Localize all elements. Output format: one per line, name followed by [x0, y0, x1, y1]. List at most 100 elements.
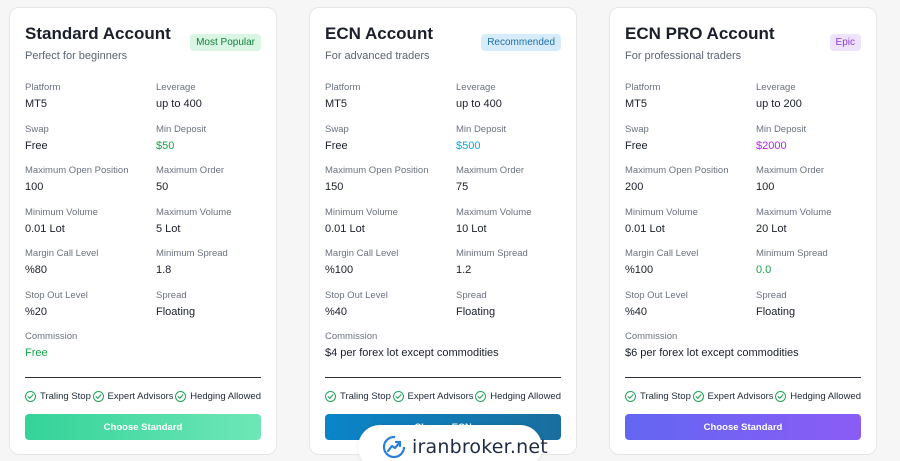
spec-value: 20 Lot — [756, 222, 787, 235]
choose-account-button[interactable]: Choose Standard — [625, 414, 861, 440]
spec-minimum-spread: Minimum Spread 0.0 — [756, 248, 861, 290]
spec-value: 0.01 Lot — [325, 222, 365, 235]
feature-label: Hedging Allowed — [190, 391, 261, 402]
spec-label: Stop Out Level — [625, 289, 688, 301]
feature-label: Traling Stop — [40, 391, 91, 402]
spec-value: 150 — [325, 181, 344, 193]
spec-value: %40 — [625, 305, 648, 318]
card-heading: ECN PRO Account For professional traders — [625, 24, 775, 62]
feature-traling-stop: Traling Stop — [25, 391, 91, 402]
spec-margin-call-level: Margin Call Level %80 — [25, 248, 156, 290]
spec-value: $6 per forex lot except commodities — [625, 347, 799, 359]
spec-maximum-open-position: Maximum Open Position 100 — [25, 165, 156, 207]
card-header: ECN Account For advanced traders Recommend… — [325, 24, 561, 62]
feature-label: Hedging Allowed — [790, 391, 861, 402]
spec-value: $50 — [156, 139, 175, 152]
spec-grid: Platform MT5 Leverage up to 400 Swap Free Min … — [25, 82, 261, 373]
spec-grid: Platform MT5 Leverage up to 200 Swap Free Min … — [625, 82, 861, 373]
spec-label: Minimum Spread — [156, 248, 228, 259]
feature-expert-advisors: Expert Advisors — [692, 391, 774, 402]
spec-label: Spread — [456, 289, 487, 301]
spec-value: 100 — [25, 181, 44, 193]
spec-value: $2000 — [756, 139, 787, 152]
check-circle-icon — [325, 391, 336, 402]
spec-label: Min Deposit — [156, 123, 207, 135]
spec-label: Maximum Volume — [756, 206, 832, 218]
spec-min-deposit: Min Deposit $2000 — [756, 124, 861, 166]
spec-minimum-spread: Minimum Spread 1.2 — [456, 248, 561, 290]
spec-margin-call-level: Margin Call Level %100 — [625, 248, 756, 290]
spec-minimum-spread: Minimum Spread 1.8 — [156, 248, 261, 290]
spec-value: up to 200 — [756, 98, 802, 110]
spec-value: Floating — [456, 305, 496, 318]
spec-label: Maximum Open Position — [325, 165, 429, 176]
spec-spread: Spread Floating — [456, 290, 561, 332]
spec-value: Free — [25, 347, 48, 359]
spec-value: Free — [625, 139, 648, 152]
feature-label: Expert Advisors — [107, 391, 174, 402]
feature-expert-advisors: Expert Advisors — [92, 391, 174, 402]
card-title: Standard Account — [25, 24, 171, 43]
spec-label: Commission — [325, 331, 378, 342]
spec-platform: Platform MT5 — [25, 82, 156, 124]
spec-value: 0.0 — [756, 264, 772, 276]
spec-leverage: Leverage up to 200 — [756, 82, 861, 124]
spec-label: Minimum Volume — [25, 206, 98, 218]
spec-value: $4 per forex lot except commodities — [325, 347, 499, 359]
spec-label: Platform — [625, 82, 661, 93]
spec-label: Swap — [625, 123, 649, 135]
spec-grid: Platform MT5 Leverage up to 400 Swap Free Min … — [325, 82, 561, 373]
spec-maximum-volume: Maximum Volume 20 Lot — [756, 207, 861, 249]
spec-value: 1.2 — [456, 264, 472, 276]
feature-expert-advisors: Expert Advisors — [392, 391, 474, 402]
choose-account-button[interactable]: Choose Standard — [25, 414, 261, 440]
card-subtitle: For professional traders — [625, 50, 742, 62]
spec-value: Floating — [156, 305, 196, 318]
spec-label: Maximum Volume — [156, 206, 232, 218]
spec-commission: Commission $4 per forex lot except commod… — [325, 331, 561, 373]
spec-maximum-order: Maximum Order 75 — [456, 165, 561, 207]
account-card-ecn-pro-account: ECN PRO Account For professional traders E… — [609, 7, 877, 455]
divider — [25, 376, 261, 378]
feature-list: Traling Stop Expert Advisors Hedging Allow… — [625, 390, 861, 404]
spec-value: 1.8 — [156, 264, 172, 276]
spec-margin-call-level: Margin Call Level %100 — [325, 248, 456, 290]
card-heading: ECN Account For advanced traders — [325, 24, 433, 62]
spec-label: Minimum Volume — [325, 206, 398, 218]
feature-label: Expert Advisors — [707, 391, 774, 402]
check-circle-icon — [692, 391, 704, 402]
watermark-text: iranbroker.net — [412, 436, 548, 458]
feature-list: Traling Stop Expert Advisors Hedging Allow… — [25, 390, 261, 404]
feature-hedging-allowed: Hedging Allowed — [775, 391, 861, 402]
spec-label: Stop Out Level — [325, 289, 388, 301]
spec-platform: Platform MT5 — [625, 82, 756, 124]
spec-value: Free — [325, 139, 348, 152]
check-circle-icon — [775, 391, 787, 402]
trend-arrow-logo-icon — [382, 435, 406, 459]
spec-swap: Swap Free — [25, 124, 156, 166]
spec-label: Margin Call Level — [25, 248, 99, 259]
spec-maximum-open-position: Maximum Open Position 150 — [325, 165, 456, 207]
spec-value: up to 400 — [156, 98, 202, 110]
spec-label: Spread — [156, 289, 187, 301]
spec-label: Platform — [25, 82, 61, 93]
check-circle-icon — [625, 391, 636, 402]
spec-label: Commission — [25, 331, 78, 342]
spec-value: %80 — [25, 264, 48, 276]
feature-list: Traling Stop Expert Advisors Hedging Allow… — [325, 390, 561, 404]
spec-value: %40 — [325, 305, 348, 318]
spec-maximum-volume: Maximum Volume 5 Lot — [156, 207, 261, 249]
spec-label: Maximum Order — [456, 165, 525, 176]
spec-label: Leverage — [156, 82, 196, 93]
spec-label: Maximum Volume — [456, 206, 532, 218]
card-badge: Most Popular — [190, 34, 261, 51]
spec-value: MT5 — [25, 98, 47, 110]
spec-value: 50 — [156, 181, 169, 193]
spec-value: 0.01 Lot — [625, 222, 665, 235]
spec-swap: Swap Free — [325, 124, 456, 166]
spec-label: Commission — [625, 331, 678, 342]
card-badge: Epic — [829, 34, 861, 51]
divider — [325, 376, 561, 378]
card-subtitle: For advanced traders — [325, 50, 430, 62]
spec-value: up to 400 — [456, 98, 502, 110]
